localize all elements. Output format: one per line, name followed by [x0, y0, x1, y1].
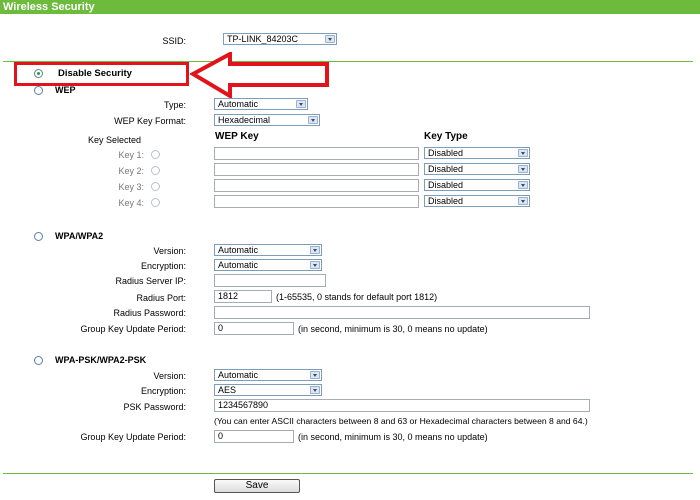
wep-format-value: Hexadecimal: [218, 115, 271, 125]
wpa-psk-radio[interactable]: [34, 356, 43, 365]
col-key-selected: Key Selected: [88, 135, 142, 145]
key1-type-select[interactable]: Disabled: [424, 147, 530, 159]
key1-type-value: Disabled: [428, 148, 464, 158]
wep-radio[interactable]: [34, 86, 43, 95]
wep-format-select[interactable]: Hexadecimal: [214, 114, 320, 126]
radius-ip-label: Radius Server IP:: [115, 276, 186, 286]
key4-label: Key 4:: [118, 198, 144, 208]
chevron-down-icon: [518, 197, 528, 205]
psk-encryption-select[interactable]: AES: [214, 384, 322, 396]
wpa-group-key-label: Group Key Update Period:: [80, 324, 186, 334]
key3-radio[interactable]: [151, 182, 160, 191]
key2-label: Key 2:: [118, 166, 144, 176]
key4-type-select[interactable]: Disabled: [424, 195, 530, 207]
chevron-down-icon: [310, 371, 320, 379]
psk-version-label: Version:: [153, 371, 186, 381]
key3-input[interactable]: [214, 179, 419, 192]
chevron-down-icon: [308, 116, 318, 124]
wpa-encryption-select[interactable]: Automatic: [214, 259, 322, 271]
wep-format-label: WEP Key Format:: [114, 116, 186, 126]
key2-radio[interactable]: [151, 166, 160, 175]
radius-port-hint: (1-65535, 0 stands for default port 1812…: [276, 292, 438, 302]
wpa-encryption-label: Encryption:: [140, 261, 186, 271]
page-header: Wireless Security: [0, 0, 700, 14]
ssid-label: SSID:: [162, 36, 186, 46]
psk-group-key-input[interactable]: 0: [214, 430, 294, 443]
chevron-down-icon: [310, 386, 320, 394]
psk-password-label: PSK Password:: [123, 402, 186, 412]
radius-password-label: Radius Password:: [113, 308, 186, 318]
psk-encryption-label: Encryption:: [140, 386, 186, 396]
radius-port-input[interactable]: 1812: [214, 290, 272, 303]
save-button[interactable]: Save: [214, 479, 300, 493]
wpa-version-select[interactable]: Automatic: [214, 244, 322, 256]
psk-group-key-label: Group Key Update Period:: [80, 432, 186, 442]
wep-type-select[interactable]: Automatic: [214, 98, 308, 110]
wpa-group-key-hint: (in second, minimum is 30, 0 means no up…: [298, 324, 488, 334]
ssid-value: TP-LINK_84203C: [227, 34, 299, 44]
key3-type-value: Disabled: [428, 180, 464, 190]
key3-type-select[interactable]: Disabled: [424, 179, 530, 191]
key1-label: Key 1:: [118, 150, 144, 160]
psk-encryption-value: AES: [218, 385, 237, 395]
radius-ip-input[interactable]: [214, 274, 326, 287]
chevron-down-icon: [518, 165, 528, 173]
highlight-box: [14, 62, 189, 86]
key1-radio[interactable]: [151, 150, 160, 159]
key1-input[interactable]: [214, 147, 419, 160]
psk-version-select[interactable]: Automatic: [214, 369, 322, 381]
wpa-version-value: Automatic: [218, 245, 259, 255]
wep-type-value: Automatic: [218, 99, 259, 109]
chevron-down-icon: [310, 261, 320, 269]
chevron-down-icon: [518, 149, 528, 157]
wpa-encryption-value: Automatic: [218, 260, 259, 270]
key2-type-select[interactable]: Disabled: [424, 163, 530, 175]
chevron-down-icon: [296, 100, 306, 108]
ssid-select[interactable]: TP-LINK_84203C: [223, 33, 337, 45]
col-key-type: Key Type: [424, 131, 468, 142]
radius-port-label: Radius Port:: [136, 293, 186, 303]
psk-version-value: Automatic: [218, 370, 259, 380]
wpa-version-label: Version:: [153, 246, 186, 256]
chevron-down-icon: [518, 181, 528, 189]
col-wep-key: WEP Key: [215, 131, 259, 142]
key4-radio[interactable]: [151, 198, 160, 207]
wpa-label: WPA/WPA2: [55, 231, 104, 241]
psk-password-hint: (You can enter ASCII characters between …: [214, 416, 588, 426]
key2-type-value: Disabled: [428, 164, 464, 174]
divider: [3, 473, 693, 474]
arrow-annotation-icon: [190, 52, 329, 100]
chevron-down-icon: [310, 246, 320, 254]
key3-label: Key 3:: [118, 182, 144, 192]
wep-label: WEP: [55, 85, 76, 95]
key2-input[interactable]: [214, 163, 419, 176]
wpa-radio[interactable]: [34, 232, 43, 241]
wpa-psk-label: WPA-PSK/WPA2-PSK: [55, 355, 147, 365]
wep-type-label: Type:: [163, 100, 186, 110]
key4-type-value: Disabled: [428, 196, 464, 206]
wpa-group-key-input[interactable]: 0: [214, 322, 294, 335]
psk-password-input[interactable]: 1234567890: [214, 399, 590, 412]
chevron-down-icon: [325, 35, 335, 43]
radius-password-input[interactable]: [214, 306, 590, 319]
key4-input[interactable]: [214, 195, 419, 208]
psk-group-key-hint: (in second, minimum is 30, 0 means no up…: [298, 432, 488, 442]
